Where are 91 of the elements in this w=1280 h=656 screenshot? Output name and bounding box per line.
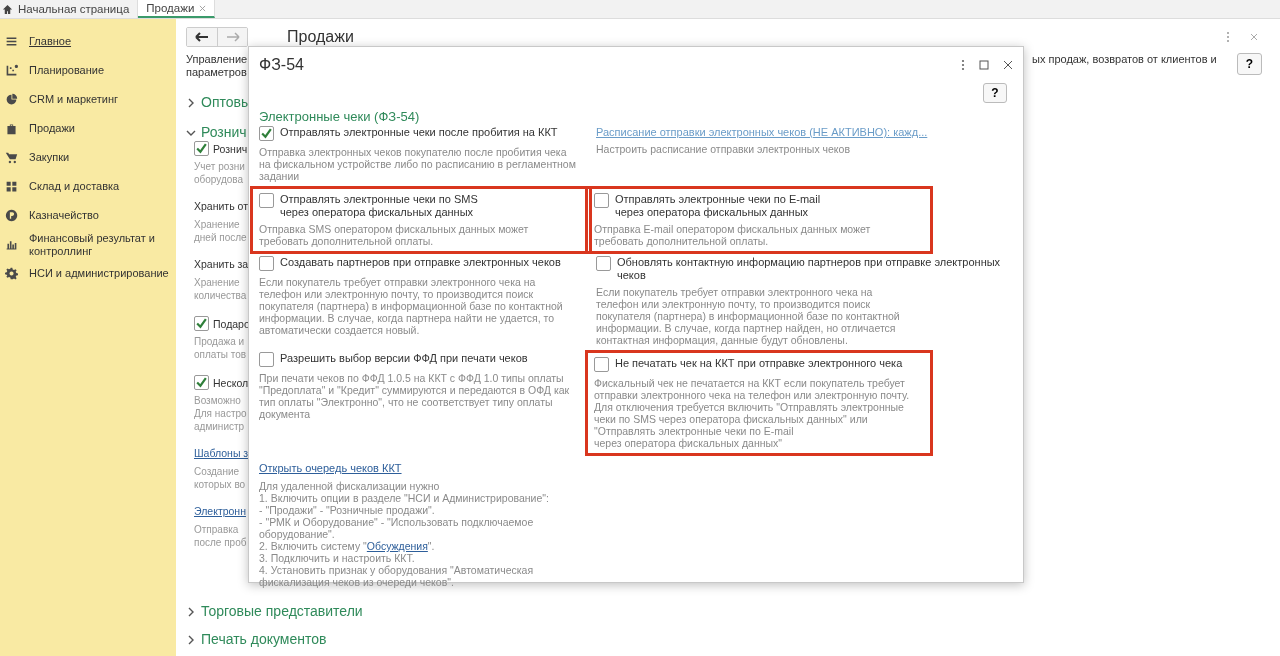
field-label: Хранить от [194, 200, 248, 213]
sidebar-item[interactable]: Главное [0, 27, 176, 56]
checkbox[interactable] [259, 256, 274, 271]
hint-text: Хранение дней после [194, 218, 247, 244]
checkbox[interactable] [596, 256, 611, 271]
section-heading: Электронные чеки (ФЗ-54) [259, 109, 421, 124]
link[interactable]: Обсуждения [366, 540, 428, 552]
sidebar-item[interactable]: НСИ и администрирование [0, 259, 176, 288]
hint-text: Возможно Для настро администр [194, 394, 247, 433]
right-arrow-icon [225, 32, 240, 42]
pie-chart-icon [5, 93, 18, 106]
checkbox[interactable] [259, 193, 274, 208]
help-button[interactable]: ? [1237, 53, 1262, 75]
tab-label: Продажи [146, 2, 195, 14]
home-icon [2, 3, 13, 15]
queue-link[interactable]: Открыть очередь чеков ККТ [259, 462, 402, 474]
back-button[interactable] [187, 28, 217, 46]
chart-icon [5, 64, 18, 77]
checkbox[interactable] [594, 357, 609, 372]
link[interactable]: Электронн [194, 505, 246, 518]
hint-text: Отправка после проб [194, 523, 247, 549]
close-icon[interactable] [1003, 60, 1013, 70]
hint-text: Учет розни оборудова [194, 160, 245, 186]
chevron-icon [186, 634, 196, 645]
tab-label: Начальная страница [18, 3, 130, 15]
description-text: Если покупатель требует отправки электронного чека на телефон или электронную почту, то производится поиск покупателя (партнера) в информационной базе по контактной информации. В случае, когда партнер найден, но отличается контактная информация, данные будут обновлены. [596, 286, 901, 346]
checkbox-label: Отправлять электронные чеки по SMS через оператора фискальных данных [280, 193, 478, 218]
description-text: Настроить расписание отправки электронных чеков [596, 143, 851, 155]
settings-icon [5, 267, 18, 280]
more-icon[interactable] [961, 59, 965, 71]
hint-text: Продажа и оплаты тов [194, 335, 247, 361]
bar-chart-icon [5, 238, 18, 251]
instruction-text: - "РМК и Оборудование" - "Использовать подключаемое оборудование". [259, 516, 535, 540]
grid-icon [5, 180, 18, 193]
instruction-text: - "Продажи" - "Розничные продажи". [259, 504, 435, 516]
coin-icon [5, 209, 18, 222]
checkbox-label: Отправлять электронные чеки после пробития на ККТ [280, 126, 558, 139]
bag-icon [5, 122, 18, 135]
dialog-title: ФЗ-54 [259, 56, 304, 74]
instruction-text: Для удаленной фискализации нужно [259, 480, 440, 492]
checkbox-label: Рознич [213, 141, 248, 156]
description-text: При печати чеков по ФФД 1.0.5 на ККТ с ФФД 1.0 типы оплаты "Предоплата" и "Кредит" суммируются и передаются в ОФД как тип оплаты "Электронно", что не соответствует типу оплаты документа [259, 372, 571, 420]
chevron-icon [186, 97, 196, 108]
description-text: Управление [186, 53, 249, 66]
checkbox[interactable] [194, 375, 209, 390]
description-text: Отправка электронных чеков покупателю после пробития чека на фискальном устройстве либо по расписанию в регламентном задании [259, 146, 577, 182]
checkbox[interactable] [594, 193, 609, 208]
left-arrow-icon [195, 32, 209, 42]
description-text: параметров [186, 66, 248, 79]
section-heading[interactable]: Рознич [186, 124, 247, 141]
maximize-icon[interactable] [979, 60, 989, 70]
sidebar-item[interactable]: Продажи [0, 114, 176, 143]
instruction-text: 1. Включить опции в разделе "НСИ и Администрирование": [259, 492, 549, 504]
description-text: Если покупатель требует отправки электронного чека на телефон или электронную почту, то производится поиск покупателя (партнера) в информационной базе по контактной информации. В случае, когда партнера найти не удается, то автоматически создается новый. [259, 276, 564, 336]
help-button[interactable]: ? [983, 83, 1007, 103]
description-text: Отправка E-mail оператором фискальных данных может требовать дополнительной оплаты. [594, 223, 872, 247]
page-title: Продажи [287, 28, 354, 46]
instruction-text: 3. Подключить и настроить ККТ. [259, 552, 415, 564]
checkbox-label: Нескол [213, 375, 249, 390]
instruction-text: 2. Включить систему "Обсуждения". [259, 540, 435, 552]
description-text: ых продаж, возвратов от клиентов и [1032, 53, 1217, 65]
checkbox-label: Создавать партнеров при отправке электронных чеков [280, 256, 561, 269]
sidebar-item[interactable]: Планирование [0, 56, 176, 85]
checkbox-label: Обновлять контактную информацию партнеров при отправке электронных чеков [617, 256, 1002, 281]
checkbox[interactable] [194, 316, 209, 331]
checkbox-label: Отправлять электронные чеки по E-mail через оператора фискальных данных [615, 193, 821, 218]
checkbox-label: Подаро [213, 316, 250, 331]
tab[interactable]: Продажи [138, 0, 216, 18]
hint-text: Хранение количества [194, 276, 247, 302]
description-text: Фискальный чек не печатается на ККТ если покупатель требует отправки электронного чека на телефон или электронную почту. Для отключения требуется включить "Отправлять электронные чеки по SMS через оператора фискальных данных" или "Отправлять электронные чеки по E-mail через оператора фискальных данных" [594, 377, 911, 449]
chevron-icon [186, 606, 196, 617]
field-label: Хранить за [194, 258, 249, 271]
sidebar-item[interactable]: CRM и маркетинг [0, 85, 176, 114]
instruction-text: 4. Установить признак у оборудования "Автоматическая фискализация чеков из очереди чеков". [259, 564, 535, 588]
sidebar-item[interactable]: Закупки [0, 143, 176, 172]
checkbox-label: Разрешить выбор версии ФФД при печати чеков [280, 352, 528, 365]
link[interactable]: Шаблоны з [194, 447, 249, 460]
checkbox[interactable] [259, 352, 274, 367]
checkbox[interactable] [259, 126, 274, 141]
sidebar-item[interactable]: Казначейство [0, 201, 176, 230]
section-heading[interactable]: Торговые представители [186, 603, 1270, 620]
hint-text: Создание которых во [194, 465, 246, 491]
sidebar-item[interactable]: Склад и доставка [0, 172, 176, 201]
more-icon[interactable] [1226, 31, 1230, 43]
checkbox[interactable] [194, 141, 209, 156]
cart-icon [5, 151, 18, 164]
checkbox-label: Не печатать чек на ККТ при отправке электронного чека [615, 357, 903, 370]
menu-icon [5, 35, 18, 48]
sidebar-item[interactable]: Финансовый результат и контроллинг [0, 230, 176, 259]
description-text: Отправка SMS оператором фискальных данных может требовать дополнительной оплаты. [259, 223, 530, 247]
section-heading[interactable]: Печать документов [186, 631, 1270, 648]
